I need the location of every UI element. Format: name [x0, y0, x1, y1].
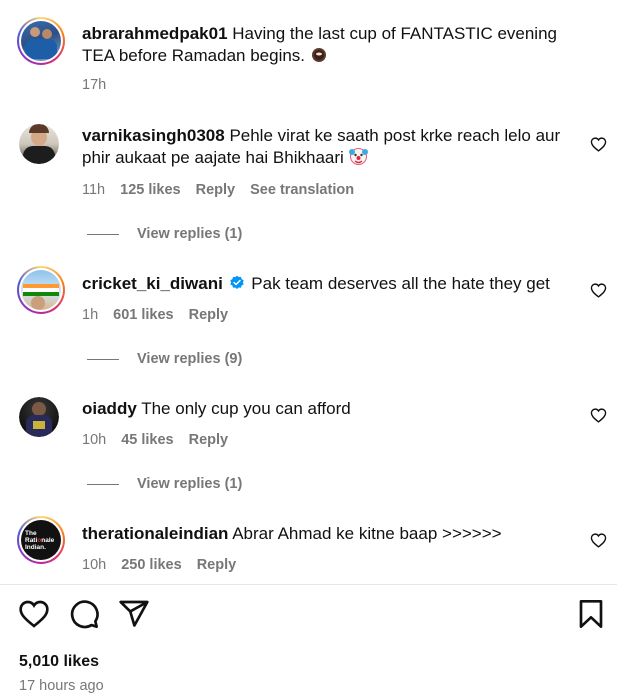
avatar-logo-text: Rationale — [25, 536, 55, 544]
view-replies-button[interactable]: View replies (9) — [87, 351, 242, 367]
bookmark-icon[interactable] — [575, 598, 607, 630]
comment-time: 10h — [82, 432, 107, 448]
comment-likes[interactable]: 125 likes — [120, 182, 180, 198]
replies-divider-line — [87, 358, 119, 360]
comment-text: therationaleindian Abrar Ahmad ke kitne … — [82, 523, 572, 545]
heart-icon[interactable] — [590, 282, 607, 299]
view-replies-button[interactable]: View replies (1) — [87, 226, 242, 242]
comment-likes[interactable]: 45 likes — [121, 432, 173, 448]
avatar[interactable] — [19, 397, 59, 437]
comment-username[interactable]: therationaleindian — [82, 524, 228, 543]
comment-meta: 11h 125 likes Reply See translation — [82, 182, 369, 198]
paper-plane-icon[interactable] — [118, 598, 150, 630]
comment-text: varnikasingh0308 Pehle virat ke saath po… — [82, 125, 572, 169]
comment-time: 17h — [82, 77, 107, 93]
comment-username[interactable]: varnikasingh0308 — [82, 126, 225, 145]
avatar-logo-text: Indian. — [25, 543, 46, 551]
view-replies-label[interactable]: View replies (1) — [137, 476, 242, 492]
heart-icon[interactable] — [590, 407, 607, 424]
heart-icon[interactable] — [18, 598, 50, 630]
avatar[interactable]: The Rationale Indian. — [17, 516, 65, 564]
post-likes-count[interactable]: 5,010 likes — [19, 653, 99, 671]
comment-likes[interactable]: 601 likes — [113, 307, 173, 323]
replies-divider-line — [87, 483, 119, 485]
view-replies-label[interactable]: View replies (9) — [137, 351, 242, 367]
post-timestamp: 17 hours ago — [19, 678, 104, 694]
comment-text: abrarahmedpak01 Having the last cup of F… — [82, 23, 572, 67]
post-action-bar — [0, 598, 617, 634]
reply-button[interactable]: Reply — [189, 432, 229, 448]
comment-username[interactable]: abrarahmedpak01 — [82, 24, 228, 43]
comment-text: cricket_ki_diwani Pak team deserves all … — [82, 273, 572, 295]
heart-icon[interactable] — [590, 532, 607, 549]
comment-body: The only cup you can afford — [141, 399, 351, 418]
comment-meta: 17h — [82, 77, 121, 93]
reply-button[interactable]: Reply — [189, 307, 229, 323]
comment-bubble-icon[interactable] — [68, 598, 100, 630]
avatar-logo-text: The — [25, 529, 37, 537]
comment-text: oiaddy The only cup you can afford — [82, 398, 572, 420]
view-replies-button[interactable]: View replies (1) — [87, 476, 242, 492]
tea-cup-icon — [311, 48, 326, 62]
verified-badge-icon — [229, 275, 244, 289]
comment-body: Abrar Ahmad ke kitne baap >>>>>> — [232, 524, 502, 543]
comment-meta: 10h 45 likes Reply — [82, 432, 243, 448]
comment-username[interactable]: cricket_ki_diwani — [82, 274, 223, 293]
see-translation-button[interactable]: See translation — [250, 182, 354, 198]
reply-button[interactable]: Reply — [196, 182, 236, 198]
clown-face-icon — [348, 148, 368, 165]
comment-likes[interactable]: 250 likes — [121, 557, 181, 573]
avatar[interactable] — [19, 124, 59, 164]
comment-time: 1h — [82, 307, 99, 323]
comment-meta: 1h 601 likes Reply — [82, 307, 243, 323]
comment-time: 11h — [82, 182, 106, 198]
replies-divider-line — [87, 233, 119, 235]
reply-button[interactable]: Reply — [197, 557, 237, 573]
comment-time: 10h — [82, 557, 107, 573]
comment-body: Pak team deserves all the hate they get — [251, 274, 550, 293]
section-divider — [0, 584, 617, 585]
avatar[interactable] — [17, 17, 65, 65]
comment-meta: 10h 250 likes Reply — [82, 557, 251, 573]
comment-username[interactable]: oiaddy — [82, 399, 137, 418]
avatar[interactable] — [17, 266, 65, 314]
heart-icon[interactable] — [590, 136, 607, 153]
view-replies-label[interactable]: View replies (1) — [137, 226, 242, 242]
